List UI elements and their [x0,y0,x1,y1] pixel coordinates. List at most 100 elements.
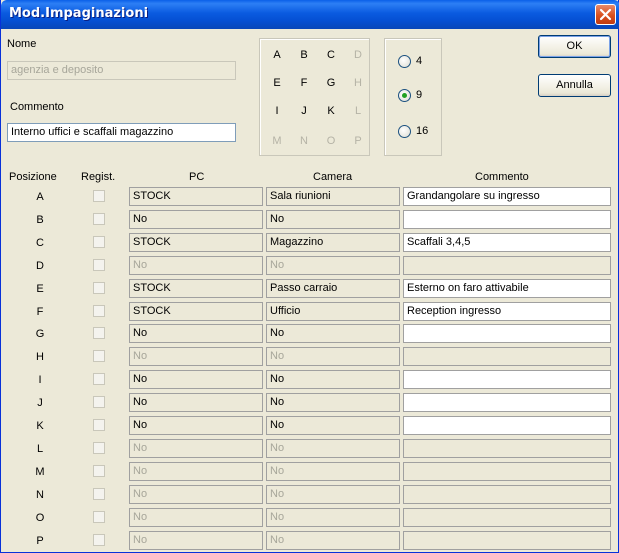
radio-selected-dot [402,93,407,98]
camera-field: No [266,508,400,527]
regist-checkbox [93,465,105,477]
row-position-label: A [36,191,44,203]
camera-field[interactable]: No [266,324,400,343]
pc-field[interactable]: No [129,324,263,343]
camera-field: No [266,439,400,458]
comment-field [403,439,611,458]
camera-field: No [266,347,400,366]
row-position-label: I [38,374,42,386]
regist-checkbox [93,350,105,362]
grid-letter-o: O [326,135,336,147]
camera-field[interactable]: Passo carraio [266,279,400,298]
pc-field[interactable]: STOCK [129,302,263,321]
grid-letter-h: H [354,77,362,89]
header-camera: Camera [313,171,353,183]
radio-4-label: 4 [416,55,423,67]
row-position-label: H [36,351,44,363]
window-title: Mod.Impaginazioni [9,6,149,21]
row-position-label: D [36,260,44,272]
pc-field[interactable]: STOCK [129,233,263,252]
pc-field[interactable]: STOCK [129,187,263,206]
comment-field[interactable]: Scaffali 3,4,5 [403,233,611,252]
header-regist: Regist. [81,171,116,183]
camera-field[interactable]: No [266,210,400,229]
radio-4[interactable] [398,55,411,68]
camera-field[interactable]: No [266,416,400,435]
camera-field[interactable]: No [266,370,400,389]
close-button[interactable] [595,4,616,25]
grid-letter-k[interactable]: K [320,105,342,117]
comment-field [403,485,611,504]
regist-checkbox [93,282,105,294]
grid-letter-m: M [272,135,282,147]
grid-letter-d: D [354,49,362,61]
grid-letter-c[interactable]: C [320,49,342,61]
camera-field[interactable]: Sala riunioni [266,187,400,206]
row-position-label: O [35,512,45,524]
regist-checkbox [93,236,105,248]
row-position-label: C [36,237,44,249]
regist-checkbox [93,488,105,500]
regist-checkbox [93,534,105,546]
title-bar[interactable]: Mod.Impaginazioni [1,0,619,29]
regist-checkbox [93,327,105,339]
comment-field[interactable]: Grandangolare su ingresso [403,187,611,206]
comment-field[interactable] [403,393,611,412]
radio-9[interactable] [398,89,411,102]
nome-label: Nome [7,38,37,50]
grid-letter-g[interactable]: G [320,77,342,89]
pc-field: No [129,485,263,504]
header-commento: Commento [475,171,529,183]
camera-field[interactable]: Magazzino [266,233,400,252]
grid-letter-n: N [300,135,308,147]
comment-field [403,462,611,481]
row-position-label: N [36,489,44,501]
comment-field[interactable] [403,416,611,435]
layout-options-group: 4 9 16 [384,38,442,156]
pc-field: No [129,439,263,458]
grid-letter-l: L [354,105,362,117]
pc-field[interactable]: No [129,416,263,435]
row-position-label: F [36,306,44,318]
annulla-button[interactable]: Annulla [538,74,611,97]
grid-letter-j[interactable]: J [293,105,315,117]
nome-field: agenzia e deposito [7,61,236,80]
radio-16[interactable] [398,125,411,138]
radio-16-label: 16 [416,125,429,137]
grid-letter-f[interactable]: F [293,77,315,89]
camera-field[interactable]: No [266,393,400,412]
comment-field [403,508,611,527]
camera-field: No [266,485,400,504]
comment-field[interactable] [403,210,611,229]
commento-label: Commento [10,101,64,113]
grid-letter-e[interactable]: E [266,77,288,89]
ok-button[interactable]: OK [538,35,611,58]
regist-checkbox [93,190,105,202]
comment-field [403,256,611,275]
comment-field[interactable] [403,324,611,343]
regist-checkbox [93,442,105,454]
dialog-window: Mod.Impaginazioni Nome agenzia e deposit… [0,0,619,553]
commento-field[interactable]: Interno uffici e scaffali magazzino [7,123,236,142]
pc-field[interactable]: No [129,370,263,389]
grid-letter-b[interactable]: B [293,49,315,61]
header-posizione: Posizione [9,171,57,183]
row-position-label: J [37,397,43,409]
comment-field[interactable] [403,370,611,389]
pc-field[interactable]: No [129,210,263,229]
row-position-label: P [36,535,44,547]
radio-9-label: 9 [416,89,423,101]
row-position-label: G [35,328,45,340]
pc-field[interactable]: No [129,393,263,412]
header-pc: PC [189,171,205,183]
camera-field: No [266,256,400,275]
pc-field: No [129,256,263,275]
pc-field[interactable]: STOCK [129,279,263,298]
regist-checkbox [93,396,105,408]
grid-letter-i[interactable]: I [266,105,288,117]
comment-field[interactable]: Esterno on faro attivabile [403,279,611,298]
grid-letter-a[interactable]: A [266,49,288,61]
camera-field[interactable]: Ufficio [266,302,400,321]
camera-field: No [266,531,400,550]
comment-field[interactable]: Reception ingresso [403,302,611,321]
